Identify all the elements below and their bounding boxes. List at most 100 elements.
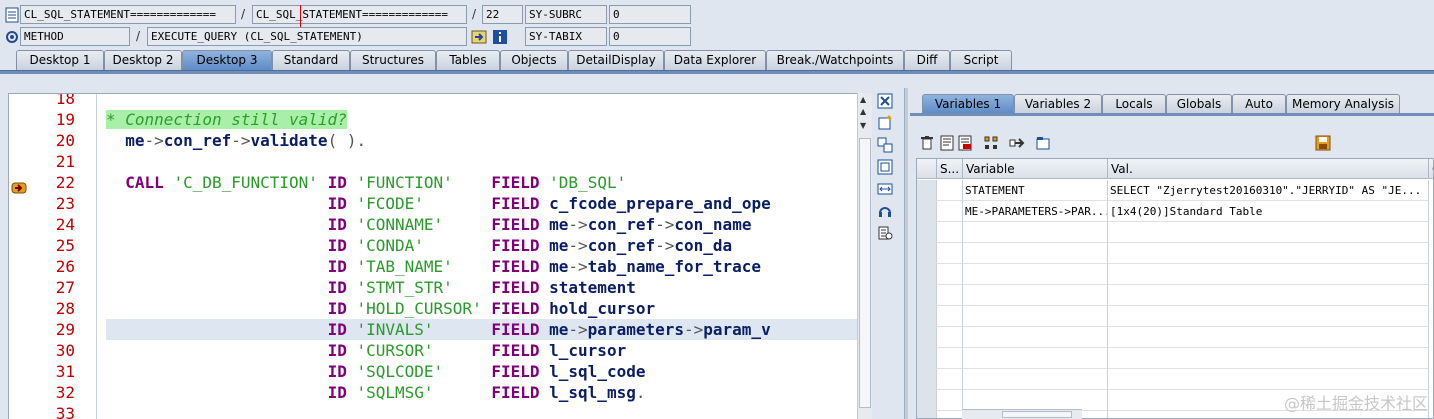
value-cell[interactable]	[1108, 348, 1429, 369]
code-line[interactable]: 20 me->con_ref->validate( ).	[9, 130, 859, 151]
info-icon[interactable]	[492, 29, 508, 45]
row-selector[interactable]	[917, 285, 937, 306]
value-cell[interactable]	[1108, 369, 1429, 390]
code-line[interactable]: 28 ID 'HOLD_CURSOR' FIELD hold_cursor	[9, 298, 859, 319]
code-line[interactable]: 31 ID 'SQLCODE' FIELD l_sql_code	[9, 361, 859, 382]
status-cell[interactable]	[937, 369, 963, 390]
tab-variables-2[interactable]: Variables 2	[1014, 94, 1102, 113]
editor-scrollbar[interactable]: ▲ ▲ ▼	[857, 93, 872, 419]
status-cell[interactable]	[937, 327, 963, 348]
tab-variables-1[interactable]: Variables 1	[922, 94, 1014, 113]
row-selector[interactable]	[917, 369, 937, 390]
delete-icon[interactable]	[918, 135, 936, 153]
row-selector[interactable]	[917, 348, 937, 369]
variable-cell[interactable]	[963, 348, 1108, 369]
value-cell[interactable]	[1108, 285, 1429, 306]
code-line[interactable]: 30 ID 'CURSOR' FIELD l_cursor	[9, 340, 859, 361]
tree-icon[interactable]	[982, 135, 1000, 153]
status-cell[interactable]	[937, 390, 963, 411]
code-line[interactable]: 33	[9, 403, 859, 419]
close-icon[interactable]	[876, 93, 894, 111]
maximize-icon[interactable]	[876, 159, 894, 177]
tab-desktop-2[interactable]: Desktop 2	[104, 50, 182, 70]
value-cell[interactable]	[1108, 306, 1429, 327]
code-line[interactable]: 25 ID 'CONDA' FIELD me->con_ref->con_da	[9, 235, 859, 256]
tab-locals[interactable]: Locals	[1102, 94, 1166, 113]
row-selector[interactable]	[917, 306, 937, 327]
variable-cell[interactable]	[963, 222, 1108, 243]
value-cell[interactable]: [1x4(20)]Standard Table	[1108, 201, 1429, 222]
value-cell[interactable]	[1108, 243, 1429, 264]
row-selector[interactable]	[917, 243, 937, 264]
folder-icon[interactable]	[1034, 135, 1052, 153]
scroll-thumb[interactable]	[859, 138, 871, 408]
table-row[interactable]	[917, 369, 1433, 390]
variable-cell[interactable]	[963, 369, 1108, 390]
table-row[interactable]	[917, 285, 1433, 306]
tab-data-explorer[interactable]: Data Explorer	[664, 50, 766, 70]
source-editor[interactable]: 18 19 * Connection still valid? 20 me->con_…	[8, 93, 872, 419]
tab-detail-display[interactable]: DetailDisplay	[568, 50, 664, 70]
table-row[interactable]	[917, 264, 1433, 285]
export-icon[interactable]	[956, 135, 974, 153]
scroll-up-icon[interactable]: ▲	[860, 95, 866, 104]
code-line[interactable]: 21	[9, 151, 859, 172]
pane-splitter[interactable]	[904, 88, 908, 419]
status-cell[interactable]	[937, 264, 963, 285]
code-line[interactable]: 29 ID 'INVALS' FIELD me->parameters->par…	[9, 319, 859, 340]
row-selector-header[interactable]	[917, 159, 937, 179]
table-row[interactable]: ME->PARAMETERS->PAR... [1x4(20)]Standard …	[917, 201, 1433, 222]
tab-desktop-1[interactable]: Desktop 1	[16, 50, 104, 70]
scroll-up-icon[interactable]: ▲	[860, 107, 866, 116]
code-line[interactable]: 24 ID 'CONNAME' FIELD me->con_ref->con_n…	[9, 214, 859, 235]
column-header-variable[interactable]: Variable	[963, 159, 1108, 179]
settings-tool-icon[interactable]	[876, 225, 894, 243]
variables-horizontal-scrollbar[interactable]	[962, 409, 1082, 419]
tab-memory-analysis[interactable]: Memory Analysis	[1286, 94, 1400, 113]
tab-objects[interactable]: Objects	[500, 50, 568, 70]
table-row[interactable]: STATEMENT SELECT "Zjerrytest20160310"."JE…	[917, 180, 1433, 201]
tab-structures[interactable]: Structures	[350, 50, 436, 70]
code-line[interactable]: 26 ID 'TAB_NAME' FIELD me->tab_name_for_…	[9, 256, 859, 277]
status-cell[interactable]	[937, 243, 963, 264]
value-cell[interactable]	[1108, 264, 1429, 285]
status-cell[interactable]	[937, 306, 963, 327]
swap-tool-icon[interactable]	[876, 137, 894, 155]
status-cell[interactable]	[937, 180, 963, 201]
row-selector[interactable]	[917, 411, 937, 418]
tab-script[interactable]: Script	[950, 50, 1012, 70]
scroll-thumb[interactable]	[1002, 411, 1072, 418]
code-line[interactable]: 19 * Connection still valid?	[9, 109, 859, 130]
code-line[interactable]: 23 ID 'FCODE' FIELD c_fcode_prepare_and_…	[9, 193, 859, 214]
column-header-status[interactable]: S...	[937, 159, 963, 179]
status-cell[interactable]	[937, 411, 963, 418]
variable-cell[interactable]	[963, 243, 1108, 264]
table-row[interactable]	[917, 243, 1433, 264]
row-selector[interactable]	[917, 264, 937, 285]
save-icon[interactable]	[1314, 135, 1332, 153]
table-row[interactable]	[917, 222, 1433, 243]
value-cell[interactable]	[1108, 327, 1429, 348]
resize-icon[interactable]	[876, 181, 894, 199]
tab-diff[interactable]: Diff	[904, 50, 950, 70]
column-header-value[interactable]: Val.	[1108, 159, 1429, 179]
details-icon[interactable]	[938, 135, 956, 153]
code-line[interactable]: 27 ID 'STMT_STR' FIELD statement	[9, 277, 859, 298]
event-field[interactable]: EXECUTE_QUERY (CL_SQL_STATEMENT)	[147, 27, 467, 46]
transfer-icon[interactable]	[1008, 135, 1026, 153]
status-cell[interactable]	[937, 348, 963, 369]
sys-field-value[interactable]: 0	[609, 27, 691, 46]
variable-cell[interactable]: STATEMENT	[963, 180, 1108, 201]
sys-field-value[interactable]: 0	[609, 5, 691, 24]
include-field[interactable]: CL_SQL_STATEMENT=============	[252, 5, 467, 24]
code-line[interactable]: 22 CALL 'C_DB_FUNCTION' ID 'FUNCTION' FI…	[9, 172, 859, 193]
tab-globals[interactable]: Globals	[1166, 94, 1232, 113]
new-tool-icon[interactable]	[876, 115, 894, 133]
table-row[interactable]	[917, 348, 1433, 369]
variable-cell[interactable]	[963, 327, 1108, 348]
variable-cell[interactable]	[963, 285, 1108, 306]
column-header-extra[interactable]: C	[1429, 159, 1433, 179]
code-line[interactable]: 32 ID 'SQLMSG' FIELD l_sql_msg.	[9, 382, 859, 403]
headset-icon[interactable]	[876, 203, 894, 221]
status-cell[interactable]	[937, 222, 963, 243]
